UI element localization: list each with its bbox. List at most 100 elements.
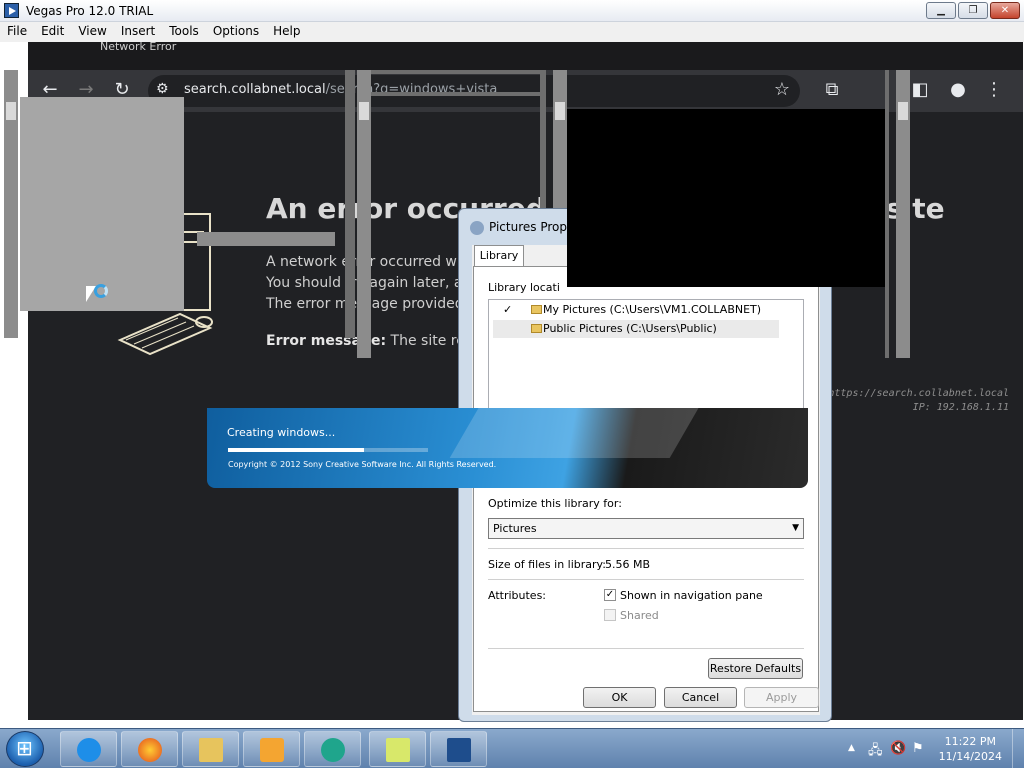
splash-progress-fill (228, 448, 364, 452)
volume-muted-icon[interactable]: 🔇 (890, 741, 906, 756)
info-ip: IP: 192.168.1.11 (912, 402, 1009, 413)
menu-insert[interactable]: Insert (114, 22, 162, 42)
splash-copyright: Copyright © 2012 Sony Creative Software … (228, 460, 497, 469)
tab-library[interactable]: Library (474, 245, 524, 267)
menu-edit[interactable]: Edit (34, 22, 71, 42)
busy-spinner-icon (94, 284, 108, 298)
menu-view[interactable]: View (71, 22, 113, 42)
system-tray: ▲ 🖧 🔇 ⚑ 11:22 PM 11/14/2024 (834, 729, 1024, 768)
cancel-button[interactable]: Cancel (664, 687, 737, 708)
list-item[interactable]: Public Pictures (C:\Users\Public) (493, 320, 779, 338)
dock-grip-handle[interactable] (555, 102, 565, 120)
internet-explorer-icon (77, 738, 101, 762)
menu-options[interactable]: Options (206, 22, 266, 42)
optimize-label: Optimize this library for: (488, 497, 622, 510)
black-preview-panel (567, 109, 885, 287)
attributes-label: Attributes: (488, 589, 547, 602)
optimize-selected-value: Pictures (493, 522, 537, 535)
apply-button: Apply (744, 687, 819, 708)
dock-grip-handle[interactable] (898, 102, 908, 120)
minimize-button[interactable]: ▁ (926, 2, 956, 19)
divider (488, 579, 804, 580)
show-desktop-button[interactable] (1012, 729, 1024, 768)
menu-file[interactable]: File (0, 22, 34, 42)
ok-button[interactable]: OK (583, 687, 656, 708)
default-check-icon: ✓ (503, 303, 513, 316)
divider (488, 648, 804, 649)
clock-date: 11/14/2024 (938, 750, 1002, 763)
taskbar-internet-explorer[interactable] (60, 731, 117, 767)
window-controls: ▁ ❐ ✕ (926, 2, 1020, 19)
library-tab-panel: Library locati ✓ My Pictures (C:\Users\V… (473, 266, 819, 712)
taskbar-sticky-notes[interactable] (369, 731, 426, 767)
bookmark-star-icon[interactable]: ☆ (770, 78, 794, 102)
extensions-icon[interactable]: ⧉ (820, 78, 844, 102)
media-player-icon (260, 738, 284, 762)
divider (488, 548, 804, 549)
folder-icon (199, 738, 223, 762)
network-icon[interactable]: 🖧 (868, 741, 883, 763)
splash-status: Creating windows... (227, 426, 336, 439)
taskbar-clock[interactable]: 11:22 PM 11/14/2024 (939, 734, 1002, 764)
sticky-notes-icon (386, 738, 410, 762)
info-url: https://search.collabnet.local (828, 388, 1009, 399)
library-locations-list[interactable]: ✓ My Pictures (C:\Users\VM1.COLLABNET) P… (488, 299, 804, 411)
list-item[interactable]: ✓ My Pictures (C:\Users\VM1.COLLABNET) (493, 301, 779, 319)
menu-tools[interactable]: Tools (162, 22, 206, 42)
window-title: Vegas Pro 12.0 TRIAL (26, 4, 154, 18)
vegas-app-icon (4, 3, 19, 18)
menu-kebab-icon[interactable]: ⋮ (982, 78, 1006, 102)
restore-button[interactable]: ❐ (958, 2, 988, 19)
dock-grip-handle[interactable] (6, 102, 16, 120)
dock-top-bar-b (371, 92, 545, 96)
menu-help[interactable]: Help (266, 22, 307, 42)
library-icon (470, 221, 484, 235)
dock-grip-handle[interactable] (359, 102, 369, 120)
empty-dock-panel (20, 97, 184, 311)
library-locations-label: Library locati (488, 281, 560, 294)
taskbar-vegas-pro[interactable] (430, 731, 487, 767)
nav-pane-label: Shown in navigation pane (620, 589, 763, 602)
vegas-splash-screen: Creating windows... Copyright © 2012 Son… (207, 408, 808, 488)
size-label: Size of files in library: (488, 558, 606, 571)
address-bar[interactable]: ⚙ search.collabnet.local/search?q=window… (148, 75, 800, 107)
show-hidden-icons-arrow-icon[interactable]: ▲ (848, 743, 855, 753)
teal-app-icon (321, 738, 345, 762)
shared-label: Shared (620, 609, 659, 622)
splash-shine (449, 408, 705, 458)
clock-time: 11:22 PM (944, 735, 996, 748)
firefox-icon (138, 738, 162, 762)
profile-icon[interactable]: ● (946, 78, 970, 102)
nav-pane-checkbox[interactable]: ✓ (604, 589, 616, 601)
optimize-select[interactable]: Pictures ▼ (488, 518, 804, 539)
folder-icon (531, 305, 542, 314)
side-panel-icon[interactable]: ◧ (908, 78, 932, 102)
dock-divider-e[interactable] (885, 70, 889, 358)
taskbar-firefox[interactable] (121, 731, 178, 767)
url-host: search.collabnet.local (184, 82, 326, 97)
error-heading-tail: site (886, 192, 945, 225)
taskbar-media-player[interactable] (243, 731, 300, 767)
taskbar: ▲ 🖧 🔇 ⚑ 11:22 PM 11/14/2024 (0, 728, 1024, 768)
start-button[interactable] (6, 731, 44, 767)
browser-tabstrip: Network Error (28, 42, 1023, 70)
size-value: 5.56 MB (605, 558, 651, 571)
restore-defaults-button[interactable]: Restore Defaults (708, 658, 803, 679)
vegas-title-bar: Vegas Pro 12.0 TRIAL ▁ ❐ ✕ (0, 0, 1024, 22)
dock-top-bar-a (371, 70, 545, 74)
site-info-icon[interactable]: ⚙ (156, 81, 169, 97)
dock-horizontal-bar[interactable] (197, 232, 335, 246)
menu-bar: File Edit View Insert Tools Options Help (0, 22, 1024, 42)
taskbar-app-teal[interactable] (304, 731, 361, 767)
folder-icon (531, 324, 542, 333)
dock-divider-a[interactable] (345, 70, 355, 338)
action-center-flag-icon[interactable]: ⚑ (912, 741, 924, 756)
location-path: My Pictures (C:\Users\VM1.COLLABNET) (543, 303, 762, 316)
taskbar-file-explorer[interactable] (182, 731, 239, 767)
vegas-pro-icon (447, 738, 471, 762)
close-button[interactable]: ✕ (990, 2, 1020, 19)
browser-tab-title[interactable]: Network Error (100, 42, 176, 53)
dialog-title: Pictures Prop (489, 220, 567, 234)
location-path: Public Pictures (C:\Users\Public) (543, 322, 717, 335)
chevron-down-icon: ▼ (792, 523, 799, 533)
